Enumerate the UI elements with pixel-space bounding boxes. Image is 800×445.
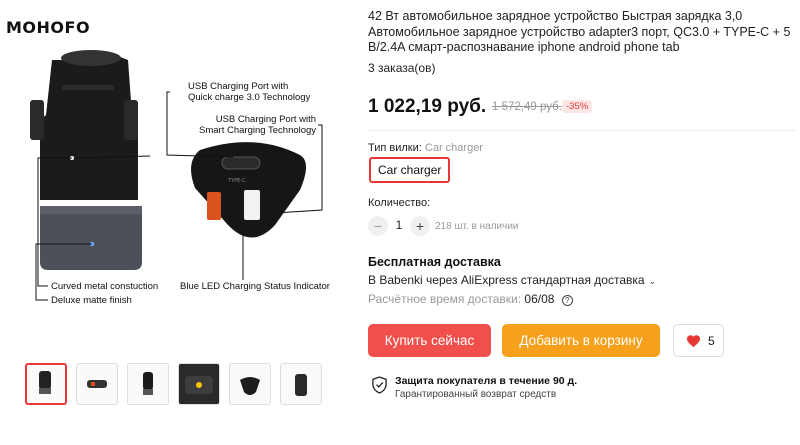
shield-check-icon bbox=[372, 376, 387, 394]
help-icon[interactable]: ? bbox=[561, 295, 573, 306]
buyer-protection-title: Защита покупателя в течение 90 д. bbox=[395, 375, 578, 387]
product-title: 42 Вт автомобильное зарядное устройство … bbox=[368, 9, 791, 54]
plug-type-label: Тип вилки: Car charger bbox=[368, 142, 483, 154]
thumbnail-strip bbox=[25, 363, 325, 405]
thumbnail-2[interactable] bbox=[76, 363, 118, 405]
current-price: 1 022,19 руб. bbox=[368, 96, 487, 117]
callout-curved-metal: Curved metal constuction bbox=[51, 281, 159, 292]
quantity-label: Количество: bbox=[368, 197, 431, 209]
quantity-plus-button[interactable]: + bbox=[410, 216, 430, 236]
option-car-charger[interactable]: Car charger bbox=[369, 157, 451, 183]
svg-text:TYPE-C: TYPE-C bbox=[227, 178, 246, 184]
thumbnail-6[interactable] bbox=[280, 363, 322, 405]
heart-icon bbox=[686, 335, 701, 348]
callout-led-indicator: Blue LED Charging Status Indicator bbox=[180, 281, 330, 292]
delivery-estimate: Расчётное время доставки: 06/08 ? bbox=[368, 292, 573, 306]
quantity-value[interactable]: 1 bbox=[393, 218, 405, 232]
add-to-cart-button[interactable]: Добавить в корзину bbox=[502, 324, 660, 357]
buy-now-button[interactable]: Купить сейчас bbox=[368, 324, 491, 357]
divider bbox=[368, 130, 796, 131]
callout-usb-smart: USB Charging Port with Smart Charging Te… bbox=[199, 114, 317, 136]
shipping-route[interactable]: В Babenki через AliExpress стандартная д… bbox=[368, 273, 656, 287]
callout-usb-qc: USB Charging Port with Quick charge 3.0 … bbox=[188, 81, 311, 103]
buyer-protection-subtitle: Гарантированный возврат средств bbox=[395, 389, 557, 400]
discount-badge: -35% bbox=[562, 100, 593, 113]
product-gallery: MOHOFO TYPE-C USB Charging Port with Qui… bbox=[0, 0, 350, 445]
main-product-image[interactable]: MOHOFO TYPE-C USB Charging Port with Qui… bbox=[0, 0, 350, 350]
thumbnail-5[interactable] bbox=[229, 363, 271, 405]
thumbnail-4[interactable] bbox=[178, 363, 220, 405]
shipping-route-text: В Babenki через AliExpress стандартная д… bbox=[368, 273, 645, 287]
callout-matte-finish: Deluxe matte finish bbox=[51, 295, 132, 306]
chevron-down-icon: ⌄ bbox=[648, 276, 657, 286]
old-price: 1 572,49 руб. bbox=[492, 101, 562, 113]
delivery-date: 06/08 bbox=[524, 292, 555, 306]
charger-side-view bbox=[30, 50, 142, 270]
shipping-title: Бесплатная доставка bbox=[368, 255, 501, 269]
stock-count: 218 шт. в наличии bbox=[435, 221, 519, 232]
thumbnail-3[interactable] bbox=[127, 363, 169, 405]
delivery-estimate-label: Расчётное время доставки: bbox=[368, 292, 522, 306]
wishlist-count: 5 bbox=[708, 334, 715, 348]
plug-type-value: Car charger bbox=[424, 142, 483, 154]
order-count: 3 заказа(ов) bbox=[368, 61, 436, 75]
quantity-minus-button[interactable]: − bbox=[368, 216, 388, 236]
plug-type-label-text: Тип вилки: bbox=[368, 142, 422, 154]
thumbnail-1[interactable] bbox=[25, 363, 67, 405]
wishlist-button[interactable]: 5 bbox=[673, 324, 724, 357]
